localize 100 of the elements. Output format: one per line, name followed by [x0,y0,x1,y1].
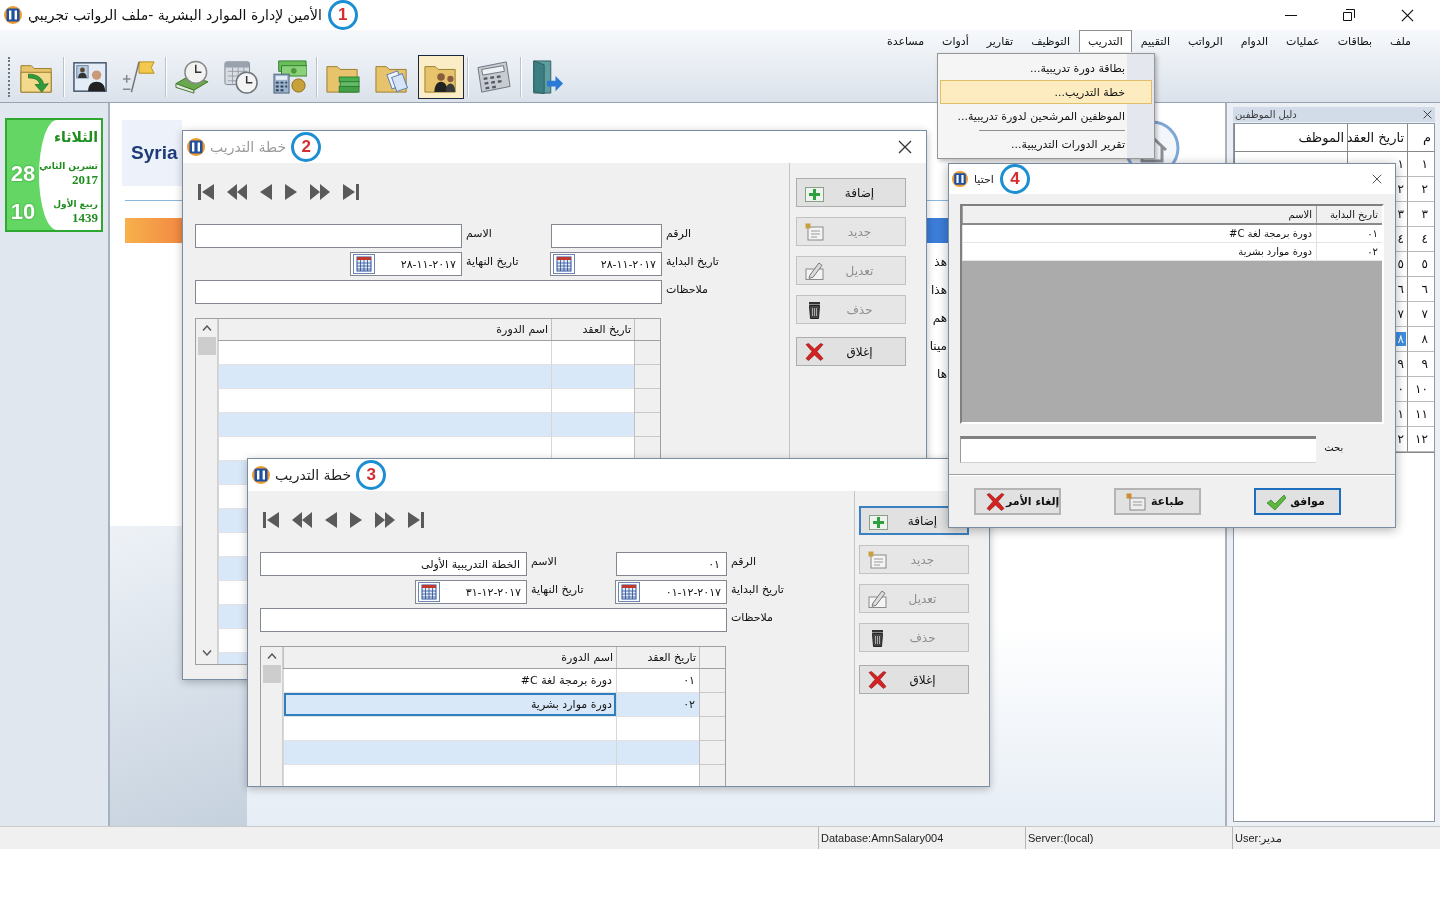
skip-to-start-icon[interactable] [263,511,279,529]
menu-item[interactable]: تقارير [977,30,1023,52]
calendar-icon[interactable] [553,254,575,274]
close-icon[interactable] [1401,8,1414,22]
menu-item[interactable]: التوظيف [1022,30,1080,52]
row-number: ١ [1407,152,1434,177]
table-cell[interactable]: ٠١ [1316,225,1382,243]
contract-date[interactable]: ٢ [1395,432,1406,446]
partial-text: مينا [929,338,947,354]
field-label: ملاحظات [665,282,709,298]
field-label: تاريخ البداية [730,582,785,598]
toolbar-button[interactable] [418,55,464,99]
left-arrow-icon[interactable] [260,183,272,201]
dialog-button[interactable]: موافق [1254,488,1341,515]
right-arrow-icon[interactable] [350,511,362,529]
column-header: تاريخ البداية [1316,206,1382,223]
column-header: م [1407,124,1434,152]
toolbar-grip[interactable] [8,57,11,97]
notes-field[interactable] [195,280,662,304]
menu-item[interactable]: الرواتب [1179,30,1232,52]
calendar-icon[interactable] [418,582,440,602]
row-header [699,693,725,717]
scroll-up-icon[interactable] [266,653,277,659]
column-header: تاريخ العقد [1347,124,1407,152]
calendar-icon[interactable] [353,254,375,274]
row-number: ٩ [1407,352,1434,377]
end-date-field[interactable]: ٣١-١٢-٢٠١٧ [415,580,527,604]
contract-date[interactable]: ١ [1395,157,1406,171]
callout-badge: 4 [999,164,1030,194]
contract-date[interactable]: ٦ [1395,282,1406,296]
menu-item[interactable]: ملف [1381,30,1420,52]
menu-item[interactable]: التدريب [1079,30,1132,52]
document-icon [805,222,824,241]
contract-date[interactable]: ٣ [1395,207,1406,221]
scroll-thumb[interactable] [197,337,216,355]
skip-to-start-icon[interactable] [198,183,214,201]
close-icon [868,670,887,689]
left-arrow-icon[interactable] [325,511,337,529]
menu-item[interactable]: بطاقات [1328,30,1382,52]
menu-item[interactable]: أدوات [933,30,978,52]
start-date-field[interactable]: ٢٨-١١-٢٠١٧ [550,252,662,276]
dialog-button[interactable]: طباعة [1114,488,1201,515]
row-number: ٧ [1407,302,1434,327]
partial-text: هذ [934,254,947,270]
contract-date[interactable]: ٤ [1395,232,1406,246]
menu-item[interactable]: تقرير الدورات التدريبية... [940,128,1152,156]
dialog-button[interactable]: إلغاء الأمر [974,488,1061,515]
table-cell[interactable]: دورة موارد بشرية [283,693,616,717]
double-right-arrow-icon[interactable] [310,183,330,201]
contract-date[interactable]: ١ [1395,407,1406,421]
double-left-arrow-icon[interactable] [292,511,312,529]
close-icon[interactable] [898,140,912,154]
close-icon[interactable] [1372,174,1382,184]
table-cell[interactable]: دورة برمجة لغة C# [962,225,1316,243]
double-left-arrow-icon[interactable] [227,183,247,201]
maximize-icon[interactable] [1343,9,1355,21]
menu-item[interactable]: مساعدة [877,30,934,52]
contract-date[interactable]: ٢ [1395,182,1406,196]
start-date-field[interactable]: ٠١-١٢-٢٠١٧ [615,580,727,604]
calendar-clock-icon [224,60,258,94]
calendar-icon[interactable] [618,582,640,602]
logo-text: Syria [122,120,182,186]
number-field[interactable] [551,224,662,248]
right-arrow-icon[interactable] [285,183,297,201]
table-cell[interactable]: دورة موارد بشرية [962,243,1316,261]
dialog-button[interactable]: إغلاق [859,665,969,694]
menu-item[interactable]: الدوام [1231,30,1278,52]
end-date-field[interactable]: ٢٨-١١-٢٠١٧ [350,252,462,276]
double-right-arrow-icon[interactable] [375,511,395,529]
skip-to-end-icon[interactable] [343,183,359,201]
notes-field[interactable] [260,608,727,632]
contract-date[interactable]: ٥ [1395,257,1406,271]
skip-to-end-icon[interactable] [408,511,424,529]
field-label: تاريخ النهاية [465,254,520,270]
check-icon [1266,492,1286,511]
dialog-button[interactable]: إغلاق [796,337,906,366]
contract-date[interactable]: ٧ [1395,307,1406,321]
menu-item[interactable]: خطة التدريب... [940,80,1152,104]
name-field[interactable]: الخطة التدريبية الأولى [260,552,527,576]
table-cell[interactable]: ٠٢ [1316,243,1382,261]
row-number: ٣ [1407,202,1434,227]
field-label: تاريخ البداية [665,254,720,270]
field-label: تاريخ النهاية [530,582,585,598]
app-logo-icon [4,6,22,24]
menu-item[interactable]: بطاقة دورة تدريبية... [940,56,1152,80]
number-field[interactable]: ٠١ [616,552,727,576]
close-icon[interactable] [1423,110,1432,119]
menu-item[interactable]: عمليات [1277,30,1329,52]
menu-item[interactable]: التقييم [1131,30,1179,52]
name-field[interactable] [195,224,462,248]
dialog-button[interactable]: إضافة [796,178,906,207]
field-label: الرقم [730,554,758,570]
contract-date[interactable]: ٠ [1395,382,1406,396]
scroll-thumb[interactable] [262,665,281,683]
contract-date[interactable]: ٩ [1395,357,1406,371]
search-field[interactable] [960,436,1317,463]
menu-item[interactable]: الموظفين المرشحين لدورة تدريبية... [940,104,1152,128]
table-cell[interactable]: دورة برمجة لغة C# [283,669,616,693]
scroll-up-icon[interactable] [201,325,212,331]
scroll-down-icon[interactable] [201,650,212,656]
